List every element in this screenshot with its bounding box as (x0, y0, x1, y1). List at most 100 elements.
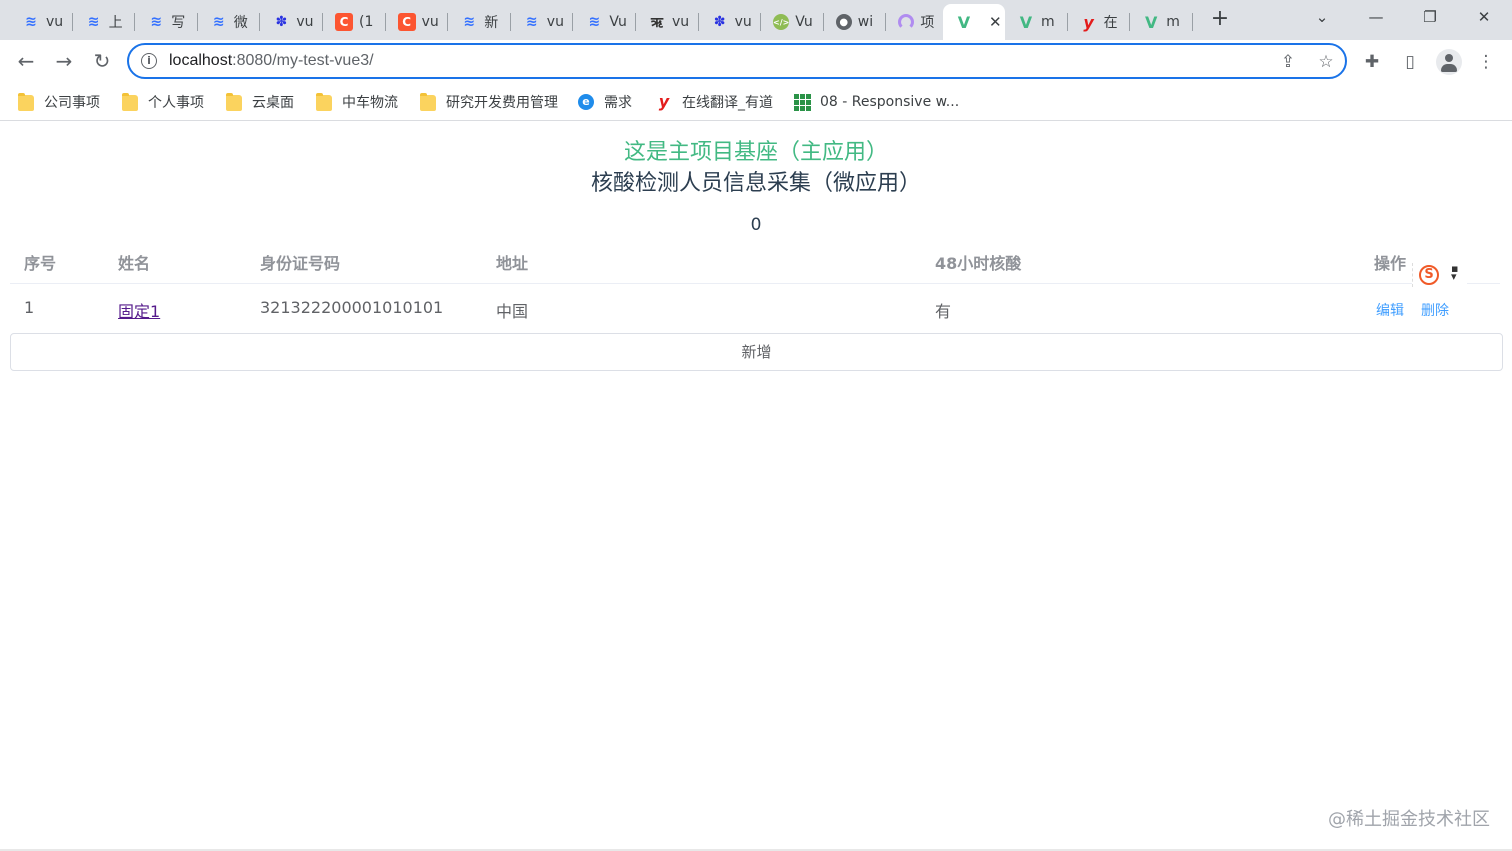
minimize-button[interactable]: — (1356, 0, 1396, 36)
sogou-s-icon[interactable]: S (1419, 265, 1439, 285)
tab-2[interactable]: ≋ 写 (135, 4, 198, 40)
bookmark-item[interactable]: 云桌面 (226, 91, 294, 113)
tab-title: wi (857, 14, 874, 30)
tab-title: 微 (233, 15, 248, 31)
table-header: 序号 姓名 身份证号码 地址 48小时核酸 操作 S ▪ ▾ (10, 237, 1500, 287)
back-arrow-icon[interactable]: ← (12, 48, 40, 76)
tab-title: vu (734, 14, 752, 30)
url-host: localhost (169, 52, 233, 69)
tab-8[interactable]: ≋ vu (511, 4, 574, 40)
address-bar[interactable]: i localhost:8080/my-test-vue3/ ⇪ ☆ (127, 43, 1347, 79)
cell-48h-test: 有 (935, 302, 952, 321)
tab-11[interactable]: ✽ vu (699, 4, 762, 40)
bookmark-label: 08 - Responsive w... (820, 94, 960, 110)
tab-title: m (1041, 14, 1055, 30)
tab-title: Vu (609, 14, 627, 30)
bookmark-item[interactable]: 研究开发费用管理 (420, 91, 558, 113)
tab-18[interactable]: Vm (1130, 4, 1193, 40)
tab-7[interactable]: ≋ 新 (448, 4, 511, 40)
bookmark-item[interactable]: 个人事项 (122, 91, 204, 113)
tab-16[interactable]: Vm (1005, 4, 1068, 40)
tab-14[interactable]: 项 (886, 4, 949, 40)
tab-17[interactable]: y在 (1068, 4, 1131, 40)
bookmark-label: 公司事项 (44, 95, 100, 111)
green-circle-icon: </> (773, 14, 789, 30)
requirement-site-icon: e (578, 94, 594, 110)
bookmark-label: 在线翻译_有道 (682, 95, 773, 111)
tab-search-chevron-icon[interactable]: ⌄ (1302, 0, 1342, 36)
tab-0[interactable]: ≋ vu (10, 4, 73, 40)
forward-arrow-icon[interactable]: → (50, 48, 78, 76)
cell-name-link[interactable]: 固定1 (118, 298, 160, 322)
tab-10[interactable]: ऋ vu (636, 4, 699, 40)
vue-icon: V (957, 12, 971, 32)
tab-title: m (1166, 14, 1180, 30)
tab-title: 新 (484, 15, 499, 31)
delete-button[interactable]: 删除 (1421, 300, 1449, 320)
browser-tab-strip: ≋ vu ≋ 上 ≋ 写 ≋ 微 ✽ vu C (1 Cvu ≋ 新 ≋ vu ≋ Vu ऋ vu ✽ vu </> Vu ● wi… (0, 0, 1512, 40)
add-button[interactable]: 新增 (10, 333, 1503, 371)
profile-avatar-icon[interactable] (1436, 49, 1462, 75)
close-window-button[interactable]: ✕ (1464, 0, 1504, 36)
tab-title: vu (296, 14, 314, 30)
bookmark-item[interactable]: 公司事项 (18, 91, 100, 113)
folder-icon (122, 93, 138, 111)
table-row: 1 固定1 321322200001010101 中国 有 编辑 删除 (10, 285, 1500, 331)
address-url[interactable]: localhost:8080/my-test-vue3/ (169, 52, 374, 70)
restore-button[interactable]: ❐ (1410, 0, 1450, 36)
extensions-puzzle-icon[interactable]: ✚ (1360, 50, 1384, 74)
sogou-ime-toolbar[interactable]: S ▪ ▾ (1412, 263, 1467, 287)
tab-15[interactable]: V ✕ (943, 4, 1005, 40)
bookmark-label: 研究开发费用管理 (446, 95, 558, 111)
new-tab-button[interactable]: + (1208, 8, 1232, 32)
tab-13[interactable]: ● wi (824, 4, 887, 40)
bookmark-star-icon[interactable]: ☆ (1315, 51, 1337, 73)
bookmarks-bar: 公司事项 个人事项 云桌面 中车物流 研究开发费用管理 e 需求 y 在线翻译_有道 08 - R… (0, 84, 1512, 121)
reload-icon[interactable]: ↻ (88, 48, 116, 76)
youdao-icon: y (1083, 12, 1094, 32)
tab-1[interactable]: ≋ 上 (73, 4, 136, 40)
cell-index: 1 (24, 298, 35, 317)
tab-5[interactable]: C (1 (323, 4, 386, 40)
tab-6[interactable]: Cvu (386, 4, 449, 40)
share-icon[interactable]: ⇪ (1277, 51, 1299, 73)
tab-4[interactable]: ✽ vu (260, 4, 323, 40)
csdn-icon: C (397, 13, 416, 31)
bookmark-item[interactable]: 中车物流 (316, 91, 398, 113)
bookmark-item[interactable]: e 需求 (578, 91, 632, 113)
youdao-icon: y (658, 92, 670, 111)
folder-icon (420, 93, 436, 111)
grid-icon (794, 94, 811, 111)
tab-3[interactable]: ≋ 微 (198, 4, 261, 40)
lark-icon: ≋ (150, 14, 163, 30)
tab-title: 上 (108, 15, 123, 31)
rainbow-icon (898, 14, 915, 30)
tab-title: Vu (795, 14, 813, 30)
folder-icon (226, 93, 242, 111)
ime-dropdown-icon[interactable]: ▪ ▾ (1451, 263, 1458, 282)
menu-dots-icon[interactable]: ⋮ (1474, 50, 1498, 74)
edit-button[interactable]: 编辑 (1376, 300, 1404, 320)
bookmark-item[interactable]: 08 - Responsive w... (794, 91, 959, 113)
bookmark-item[interactable]: y 在线翻译_有道 (656, 91, 773, 113)
folder-icon (18, 93, 34, 111)
tab-12[interactable]: </> Vu (761, 4, 824, 40)
close-tab-icon[interactable]: ✕ (989, 13, 1002, 31)
header-address: 地址 (496, 254, 529, 273)
page-content: 这是主项目基座（主应用） 核酸检测人员信息采集（微应用） 0 序号 姓名 身份证… (0, 122, 1512, 851)
lark-icon: ≋ (87, 14, 100, 30)
bookmark-label: 中车物流 (342, 95, 398, 111)
side-panel-icon[interactable]: ▯ (1398, 50, 1422, 74)
watermark-text: @稀土掘金技术社区 (1328, 809, 1490, 830)
bookmark-label: 需求 (604, 95, 632, 111)
bookmark-label: 云桌面 (252, 95, 294, 111)
site-info-icon[interactable]: i (141, 53, 157, 69)
baidu-icon: ✽ (275, 14, 288, 30)
counter-value: 0 (750, 215, 762, 235)
globe-icon: ● (835, 14, 852, 30)
baidu-icon: ✽ (713, 14, 726, 30)
csdn-icon: C (335, 13, 353, 31)
tab-title: (1 (359, 14, 374, 30)
tab-9[interactable]: ≋ Vu (573, 4, 636, 40)
tab-title: 项 (920, 15, 935, 31)
